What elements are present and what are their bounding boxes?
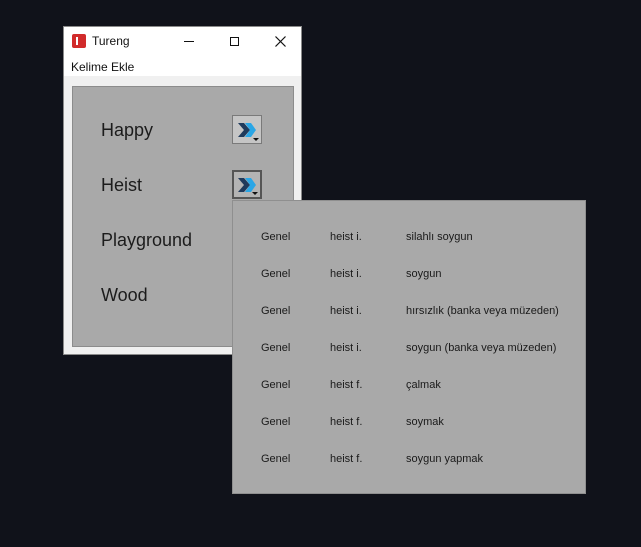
chevron-down-icon bbox=[252, 192, 258, 195]
translation-category: Genel bbox=[261, 342, 291, 354]
translation-row[interactable]: Genel heist f. çalmak bbox=[233, 379, 585, 399]
translation-meaning: soymak bbox=[406, 416, 444, 428]
translation-term: heist f. bbox=[330, 416, 363, 428]
word-label-happy: Happy bbox=[101, 120, 154, 140]
translation-row[interactable]: Genel heist f. soygun yapmak bbox=[233, 453, 585, 473]
close-button[interactable] bbox=[258, 27, 302, 56]
title-bar[interactable]: Tureng bbox=[64, 27, 301, 56]
translation-category: Genel bbox=[261, 305, 291, 317]
translation-term: heist f. bbox=[330, 453, 363, 465]
translation-row[interactable]: Genel heist f. soymak bbox=[233, 416, 585, 436]
maximize-icon bbox=[229, 37, 239, 46]
lookup-button-heist[interactable] bbox=[232, 170, 262, 199]
word-label-wood: Wood bbox=[101, 285, 148, 305]
double-chevron-right-icon bbox=[238, 177, 256, 192]
close-icon bbox=[274, 36, 286, 47]
translation-row[interactable]: Genel heist i. soygun bbox=[233, 268, 585, 288]
lookup-button-happy[interactable] bbox=[232, 115, 262, 144]
translation-term: heist i. bbox=[330, 342, 362, 354]
translation-meaning: hırsızlık (banka veya müzeden) bbox=[406, 305, 559, 317]
translation-category: Genel bbox=[261, 231, 291, 243]
minimize-button[interactable] bbox=[167, 27, 211, 56]
translation-term: heist i. bbox=[330, 305, 362, 317]
translation-term: heist i. bbox=[330, 268, 362, 280]
minimize-icon bbox=[184, 41, 194, 42]
word-label-heist: Heist bbox=[101, 175, 143, 195]
translation-dropdown: Genel heist i. silahlı soygun Genel heis… bbox=[232, 200, 586, 494]
translation-category: Genel bbox=[261, 453, 291, 465]
tureng-logo-icon bbox=[72, 34, 86, 48]
translation-meaning: silahlı soygun bbox=[406, 231, 473, 243]
translation-row[interactable]: Genel heist i. silahlı soygun bbox=[233, 231, 585, 251]
translation-category: Genel bbox=[261, 379, 291, 391]
translation-meaning: soygun yapmak bbox=[406, 453, 484, 465]
window-title: Tureng bbox=[92, 34, 130, 48]
translation-meaning: soygun (banka veya müzeden) bbox=[406, 342, 557, 354]
translation-category: Genel bbox=[261, 416, 291, 428]
menu-item-kelime-ekle[interactable]: Kelime Ekle bbox=[71, 60, 134, 74]
translation-row[interactable]: Genel heist i. hırsızlık (banka veya müz… bbox=[233, 305, 585, 325]
translation-meaning: soygun bbox=[406, 268, 442, 280]
word-label-playground: Playground bbox=[101, 230, 193, 250]
translation-term: heist f. bbox=[330, 379, 363, 391]
chevron-down-icon bbox=[253, 138, 259, 141]
maximize-button[interactable] bbox=[212, 27, 256, 56]
translation-row[interactable]: Genel heist i. soygun (banka veya müzede… bbox=[233, 342, 585, 362]
translation-category: Genel bbox=[261, 268, 291, 280]
translation-meaning: çalmak bbox=[406, 379, 441, 391]
menu-bar: Kelime Ekle bbox=[64, 56, 301, 76]
double-chevron-right-icon bbox=[238, 122, 256, 137]
translation-term: heist i. bbox=[330, 231, 362, 243]
